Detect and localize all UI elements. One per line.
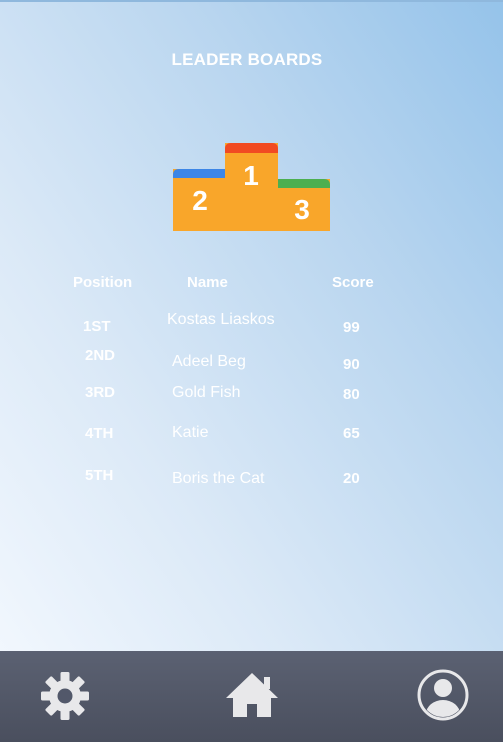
position-column-header: Position: [73, 274, 133, 291]
row-score: 20: [343, 470, 360, 487]
row-score: 90: [343, 356, 360, 373]
profile-button[interactable]: [416, 668, 470, 722]
podium-icon: 1 2 3: [173, 143, 330, 231]
row-position: 1ST: [83, 318, 111, 335]
name-column-header: Name: [187, 274, 228, 291]
row-position: 3RD: [85, 384, 116, 401]
row-name: Boris the Cat: [172, 470, 265, 487]
row-score: 80: [343, 386, 360, 403]
home-button[interactable]: [224, 671, 280, 719]
score-column-header: Score: [332, 274, 374, 291]
podium-second-number: 2: [192, 185, 208, 216]
podium-first-number: 1: [243, 160, 259, 191]
row-position: 4TH: [85, 425, 114, 442]
row-name: Adeel Beg: [172, 353, 246, 370]
gear-icon: [41, 672, 89, 720]
leaderboard-screen: LEADER BOARDS 1 2 3 Position Name Score …: [0, 0, 503, 742]
row-position: 2ND: [85, 347, 116, 364]
row-score: 65: [343, 425, 360, 442]
user-profile-icon: [417, 669, 469, 721]
page-title: LEADER BOARDS: [171, 50, 323, 69]
row-name: Katie: [172, 424, 209, 441]
bottom-nav-bar: [0, 651, 503, 742]
row-name: Kostas Liaskos: [167, 311, 275, 328]
row-score: 99: [343, 319, 360, 336]
home-icon: [226, 673, 278, 717]
top-border: [0, 0, 503, 2]
podium-third-number: 3: [294, 194, 310, 225]
row-name: Gold Fish: [172, 384, 241, 401]
row-position: 5TH: [85, 467, 114, 484]
settings-button[interactable]: [38, 670, 92, 722]
